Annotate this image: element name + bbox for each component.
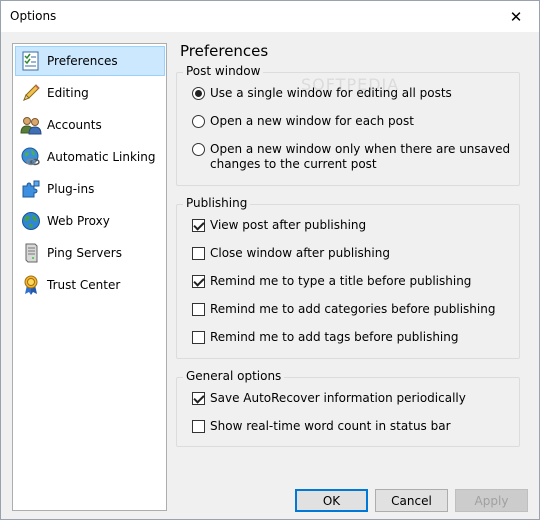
group-legend: Post window — [183, 64, 264, 78]
sidebar-item-label: Accounts — [47, 118, 102, 132]
sidebar-item-label: Plug-ins — [47, 182, 95, 196]
option-label: Show real-time word count in status bar — [210, 419, 451, 433]
check-remind-categories[interactable]: Remind me to add categories before publi… — [192, 302, 495, 317]
sidebar-item-label: Trust Center — [47, 278, 121, 292]
option-label: View post after publishing — [210, 218, 367, 232]
publishing-group: Publishing View post after publishing Cl… — [176, 196, 520, 359]
sidebar-item-label: Editing — [47, 86, 89, 100]
radio-single-window[interactable]: Use a single window for editing all post… — [192, 86, 452, 101]
users-icon — [20, 114, 42, 136]
radio-new-window-each-post[interactable]: Open a new window for each post — [192, 114, 414, 129]
check-autorecover[interactable]: Save AutoRecover information periodicall… — [192, 391, 466, 406]
post-window-group: Post window Use a single window for edit… — [176, 64, 520, 186]
sidebar-item-editing[interactable]: Editing — [15, 78, 165, 108]
checkbox[interactable] — [192, 331, 205, 344]
option-label-line2: changes to the current post — [210, 157, 377, 171]
check-word-count[interactable]: Show real-time word count in status bar — [192, 419, 451, 434]
option-label: Use a single window for editing all post… — [210, 86, 452, 100]
checkbox[interactable] — [192, 392, 205, 405]
close-button[interactable]: ✕ — [493, 1, 539, 32]
options-dialog: Options ✕ Preferences Editing Accounts A… — [0, 0, 540, 520]
ribbon-award-icon — [20, 274, 42, 296]
sidebar-item-label: Web Proxy — [47, 214, 110, 228]
sidebar-item-label: Automatic Linking — [47, 150, 156, 164]
option-label: Remind me to add categories before publi… — [210, 302, 496, 316]
check-close-window[interactable]: Close window after publishing — [192, 246, 390, 261]
globe-icon — [20, 210, 42, 232]
page-title: Preferences — [180, 42, 269, 60]
sidebar-item-ping-servers[interactable]: Ping Servers — [15, 238, 165, 268]
option-label-line1: Open a new window only when there are un… — [210, 142, 511, 156]
checkbox[interactable] — [192, 303, 205, 316]
option-label: Close window after publishing — [210, 246, 390, 260]
sidebar-item-accounts[interactable]: Accounts — [15, 110, 165, 140]
option-label: Open a new window only when there are un… — [210, 142, 510, 172]
close-icon: ✕ — [509, 7, 523, 26]
option-label: Remind me to type a title before publish… — [210, 274, 472, 288]
option-label: Open a new window for each post — [210, 114, 414, 128]
general-options-group: General options Save AutoRecover informa… — [176, 369, 520, 447]
radio-button[interactable] — [192, 143, 205, 156]
check-view-post[interactable]: View post after publishing — [192, 218, 366, 233]
checkbox[interactable] — [192, 219, 205, 232]
cancel-button[interactable]: Cancel — [375, 489, 448, 512]
group-legend: General options — [183, 369, 285, 383]
sidebar-item-label: Preferences — [47, 54, 118, 68]
checkbox[interactable] — [192, 275, 205, 288]
sidebar-item-label: Ping Servers — [47, 246, 122, 260]
preferences-checklist-icon — [20, 50, 42, 72]
puzzle-icon — [20, 178, 42, 200]
ok-button[interactable]: OK — [295, 489, 368, 512]
sidebar-item-web-proxy[interactable]: Web Proxy — [15, 206, 165, 236]
sidebar-item-automatic-linking[interactable]: Automatic Linking — [15, 142, 165, 172]
globe-link-icon — [20, 146, 42, 168]
option-label: Save AutoRecover information periodicall… — [210, 391, 466, 405]
category-list: Preferences Editing Accounts Automatic L… — [12, 43, 167, 511]
radio-button[interactable] — [192, 87, 205, 100]
sidebar-item-preferences[interactable]: Preferences — [15, 46, 165, 76]
check-remind-title[interactable]: Remind me to type a title before publish… — [192, 274, 471, 289]
option-label: Remind me to add tags before publishing — [210, 330, 459, 344]
check-remind-tags[interactable]: Remind me to add tags before publishing — [192, 330, 459, 345]
window-title: Options — [10, 9, 57, 23]
checkbox[interactable] — [192, 247, 205, 260]
title-bar: Options ✕ — [1, 1, 539, 32]
group-legend: Publishing — [183, 196, 251, 210]
server-icon — [20, 242, 42, 264]
pencil-icon — [20, 82, 42, 104]
checkbox[interactable] — [192, 420, 205, 433]
sidebar-item-plug-ins[interactable]: Plug-ins — [15, 174, 165, 204]
apply-button[interactable]: Apply — [455, 489, 528, 512]
radio-new-window-unsaved[interactable]: Open a new window only when there are un… — [192, 142, 510, 172]
sidebar-item-trust-center[interactable]: Trust Center — [15, 270, 165, 300]
radio-button[interactable] — [192, 115, 205, 128]
